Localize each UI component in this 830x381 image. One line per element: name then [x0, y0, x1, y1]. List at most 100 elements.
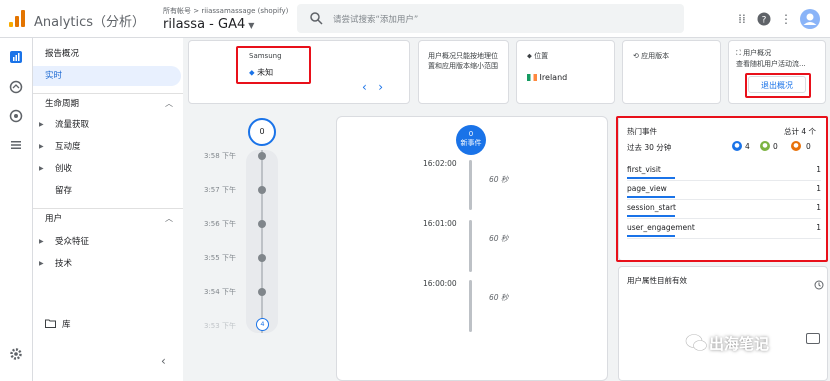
sidebar-item-monetization[interactable]: ▶ 创收	[33, 159, 181, 179]
sidebar-item-label: 报告概况	[45, 49, 80, 59]
chevron-down-icon: ▼	[248, 21, 255, 30]
location-title-text: 位置	[534, 52, 549, 60]
new-events-count: 0	[468, 130, 474, 138]
sidebar-item-label: 技术	[55, 259, 73, 269]
feedback-icon[interactable]	[806, 333, 820, 344]
collapse-nav-chevron-icon[interactable]: ‹	[161, 354, 166, 368]
location-card[interactable]	[516, 40, 615, 104]
help-icon[interactable]: ?	[754, 9, 774, 29]
sidebar-item-retention[interactable]: 留存	[33, 181, 181, 201]
timeline-dot[interactable]	[258, 186, 266, 194]
expand-arrow-icon: ▶	[39, 121, 44, 128]
stream-time: 16:00:00	[423, 279, 457, 288]
timeline-time: 3:55 下午	[204, 254, 236, 262]
stream-segment	[469, 220, 472, 272]
app-version-card[interactable]	[622, 40, 721, 104]
history-icon[interactable]	[814, 280, 824, 290]
expand-arrow-icon: ▶	[39, 260, 44, 267]
sidebar-item-overview[interactable]: 报告概况	[33, 44, 181, 64]
user-overview-title: ⛶ 用户概况	[736, 48, 771, 58]
sidebar-item-demographics[interactable]: ▶ 受众特征	[33, 232, 181, 252]
timeline-top-count: 0	[248, 118, 276, 146]
list-icon[interactable]	[9, 138, 23, 152]
expand-arrow-icon: ▶	[39, 143, 44, 150]
app-version-title: ⟲ 应用版本	[633, 51, 669, 61]
stream-segment	[469, 160, 472, 210]
highlight-device	[236, 46, 311, 84]
location-pin-icon: ⬥	[527, 52, 532, 60]
app-version-title-text: 应用版本	[641, 52, 670, 60]
divider	[33, 93, 183, 94]
sidebar-item-tech[interactable]: ▶ 技术	[33, 254, 181, 274]
timeline-dot[interactable]	[258, 152, 266, 160]
search-icon	[310, 12, 323, 25]
location-title: ⬥ 位置	[527, 51, 548, 61]
stream-time: 16:02:00	[423, 159, 457, 168]
ireland-flag-icon	[527, 74, 537, 81]
app-title: Analytics（分析）	[34, 15, 146, 30]
prev-arrow-icon[interactable]: ‹	[362, 80, 367, 94]
sidebar-item-label: 受众特征	[55, 237, 90, 247]
timeline-time: 3:53 下午	[204, 322, 236, 330]
highlight-exit-button	[745, 73, 811, 98]
user-overview-subtitle: 查看随机用户活动流...	[736, 60, 806, 68]
location-value: Ireland	[527, 73, 567, 82]
account-breadcrumb[interactable]: 所有帐号 > riiassamassage (shopify)	[163, 6, 288, 16]
sidebar-item-label: 留存	[55, 186, 73, 196]
apps-grid-icon[interactable]: ⁞⁞	[732, 9, 752, 29]
carousel-arrows: ‹ ›	[362, 80, 383, 94]
stream-duration: 60 秒	[489, 175, 509, 184]
section-title: 生命周期	[45, 99, 80, 109]
user-focus-icon: ⛶	[736, 49, 741, 57]
event-stream-card	[336, 116, 608, 381]
section-lifecycle[interactable]: 生命周期 ︿	[33, 95, 181, 113]
notice-text: 用户概况只能按地理位置和应用版本缩小范围	[428, 52, 498, 70]
timeline-time: 3:56 下午	[204, 220, 236, 228]
analytics-logo-icon[interactable]	[8, 9, 26, 27]
sidebar-item-label: 互动度	[55, 142, 81, 152]
property-name: rilassa - GA4	[163, 17, 246, 32]
explore-icon[interactable]	[9, 80, 23, 94]
minute-timeline	[246, 150, 278, 333]
settings-gear-icon[interactable]	[9, 347, 23, 361]
timeline-dot[interactable]	[258, 254, 266, 262]
notice-card	[418, 40, 509, 104]
new-events-bubble[interactable]: 0 新事件	[456, 125, 486, 155]
advertising-icon[interactable]	[9, 109, 23, 123]
user-overview-title-text: 用户概况	[743, 49, 772, 57]
stream-duration: 60 秒	[489, 234, 509, 243]
sidebar-item-acquisition[interactable]: ▶ 流量获取	[33, 115, 181, 135]
sidebar-item-realtime[interactable]: 实时	[33, 66, 181, 86]
next-arrow-icon[interactable]: ›	[378, 80, 383, 94]
timeline-bottom-count: 4	[256, 318, 269, 331]
history-icon: ⟲	[633, 52, 639, 60]
side-nav: 报告概况 实时 生命周期 ︿ ▶ 流量获取 ▶ 互动度 ▶ 创收 留存 用户 ︿ ▶ 受众特…	[33, 38, 183, 381]
folder-icon	[45, 319, 56, 328]
divider	[33, 208, 183, 209]
wechat-logo-icon	[685, 334, 707, 351]
timeline-dot[interactable]	[258, 220, 266, 228]
section-user[interactable]: 用户 ︿	[33, 210, 181, 228]
timeline-time: 3:58 下午	[204, 152, 236, 160]
section-title: 用户	[45, 214, 63, 224]
avatar[interactable]	[800, 9, 820, 29]
location-value-text: Ireland	[539, 73, 568, 82]
top-actions: ⁞⁞ ? ⋮	[732, 9, 822, 29]
sidebar-item-library[interactable]: 库	[33, 315, 181, 335]
svg-text:?: ?	[762, 16, 767, 26]
stream-time: 16:01:00	[423, 219, 457, 228]
expand-arrow-icon: ▶	[39, 165, 44, 172]
sidebar-item-label: 库	[62, 320, 71, 330]
sidebar-item-label: 实时	[45, 71, 63, 81]
property-selector[interactable]: rilassa - GA4 ▼	[163, 17, 254, 32]
chevron-up-icon: ︿	[165, 99, 173, 108]
chevron-up-icon: ︿	[165, 214, 173, 223]
more-vert-icon[interactable]: ⋮	[776, 9, 796, 29]
search-input[interactable]: 请尝试搜索“添加用户”	[297, 4, 684, 33]
nav-rail	[0, 38, 33, 381]
timeline-dot[interactable]	[258, 288, 266, 296]
new-events-label: 新事件	[460, 139, 482, 147]
sidebar-item-engagement[interactable]: ▶ 互动度	[33, 137, 181, 157]
timeline-time: 3:54 下午	[204, 288, 236, 296]
reports-icon[interactable]	[9, 50, 23, 64]
